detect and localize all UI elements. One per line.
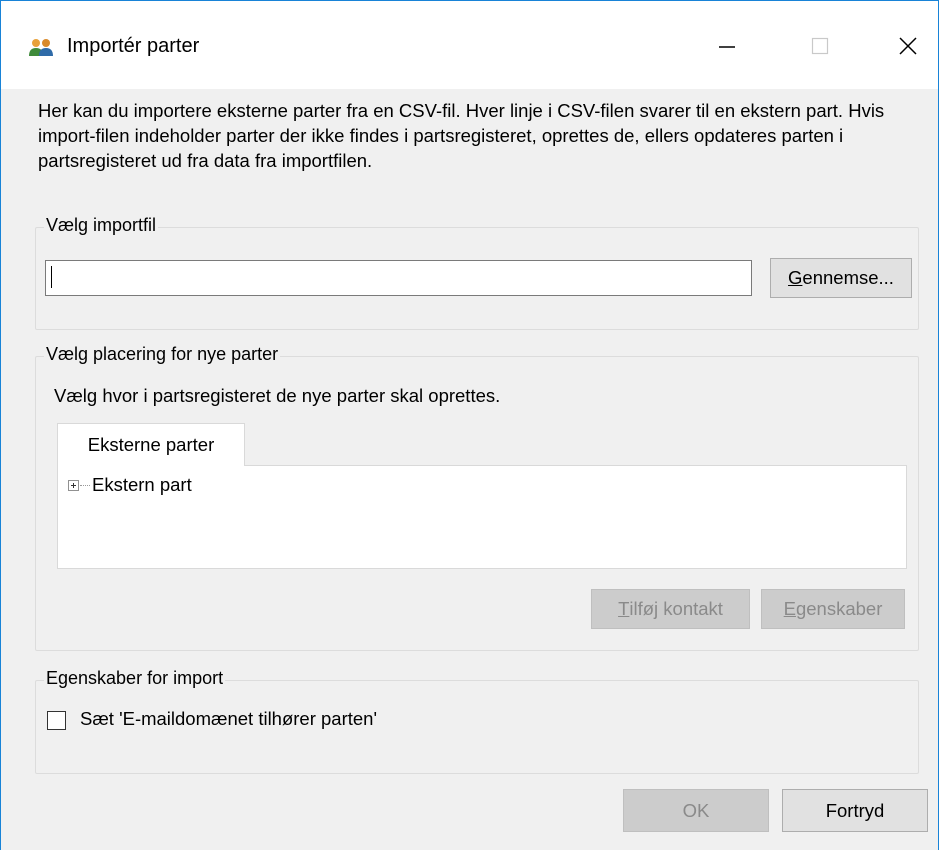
- title-bar[interactable]: Importér parter: [1, 1, 938, 89]
- tab-external-parties[interactable]: Eksterne parter: [57, 423, 245, 466]
- import-file-path-input[interactable]: [45, 260, 752, 296]
- email-domain-checkbox-label[interactable]: Sæt 'E-maildomænet tilhører parten': [80, 708, 377, 730]
- cancel-button[interactable]: Fortryd: [782, 789, 928, 832]
- close-icon: [899, 37, 917, 55]
- browse-button[interactable]: Gennemse...: [770, 258, 912, 298]
- tab-external-parties-label: Eksterne parter: [87, 434, 215, 455]
- people-icon: [29, 39, 53, 56]
- properties-label: genskaber: [795, 598, 883, 619]
- ok-button-label: OK: [682, 799, 710, 821]
- window-title: Importér parter: [67, 35, 200, 57]
- dialog-description: Her kan du importere eksterne parter fra…: [38, 100, 885, 171]
- cancel-button-label: Fortryd: [825, 799, 885, 821]
- maximize-button[interactable]: [800, 29, 840, 63]
- close-button[interactable]: [888, 29, 928, 63]
- import-options-legend: Egenskaber for import: [44, 668, 226, 689]
- minimize-button[interactable]: [707, 29, 747, 63]
- add-contact-button[interactable]: Tilføj kontakt: [591, 589, 750, 629]
- browse-button-label: ennemse...: [802, 267, 894, 288]
- tree-connector: [80, 484, 90, 486]
- properties-mnemonic: E: [783, 598, 796, 619]
- email-domain-checkbox[interactable]: [47, 711, 66, 730]
- maximize-icon: [811, 37, 829, 55]
- tree-item-external-party[interactable]: Ekstern part: [68, 474, 192, 496]
- minimize-icon: [719, 46, 735, 48]
- properties-button[interactable]: Egenskaber: [761, 589, 905, 629]
- placement-hint: Vælg hvor i partsregisteret de nye parte…: [54, 385, 501, 406]
- party-tree[interactable]: Ekstern part: [57, 465, 907, 569]
- expand-plus-icon[interactable]: [68, 479, 79, 491]
- placement-legend: Vælg placering for nye parter: [44, 344, 281, 365]
- import-parties-dialog: Importér parter Her kan du importere eks…: [0, 0, 939, 850]
- ok-button[interactable]: OK: [623, 789, 769, 832]
- browse-button-mnemonic: G: [788, 267, 803, 288]
- import-file-legend: Vælg importfil: [44, 215, 159, 236]
- add-contact-mnemonic: T: [618, 598, 630, 619]
- text-caret: [51, 266, 52, 288]
- add-contact-label: ilføj kontakt: [629, 598, 723, 619]
- tree-item-label: Ekstern part: [92, 474, 192, 495]
